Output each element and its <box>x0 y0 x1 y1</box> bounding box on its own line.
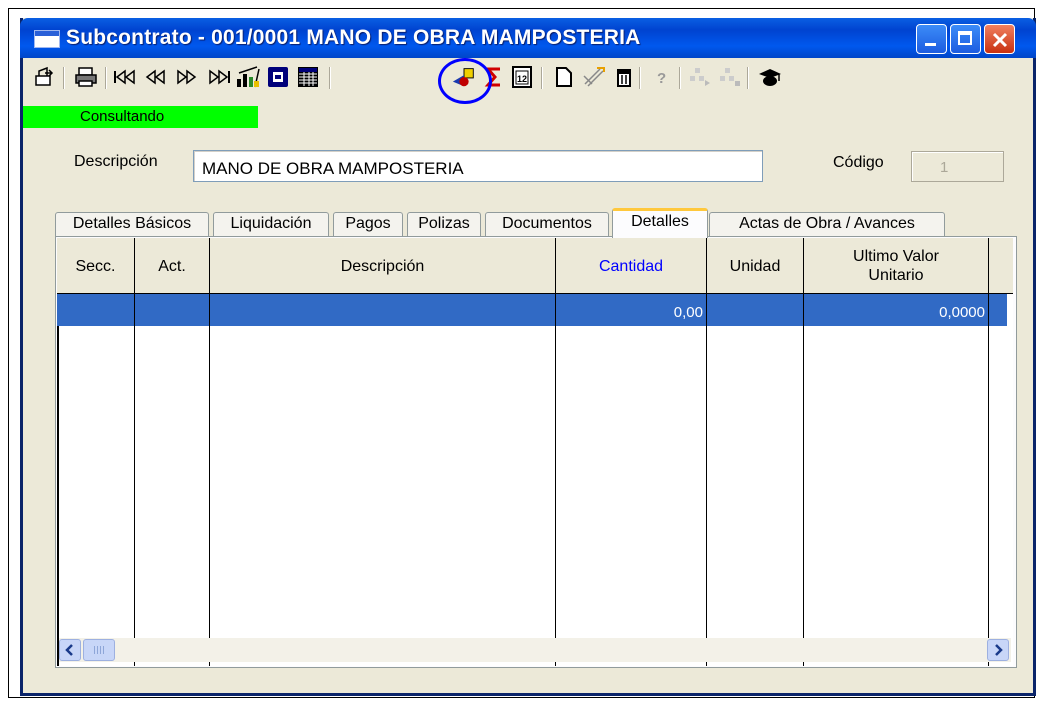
column-header-descripcion[interactable]: Descripción <box>210 238 556 294</box>
code-label: Código <box>833 154 884 171</box>
column-header-cantidad[interactable]: Cantidad <box>556 238 707 294</box>
column-divider <box>134 326 135 666</box>
cell-cantidad[interactable]: 0,00 <box>556 294 707 326</box>
tab-strip: Detalles Básicos Liquidación Pagos Poliz… <box>55 208 1035 238</box>
chart-icon[interactable] <box>235 64 261 90</box>
title-bar[interactable]: Subcontrato - 001/0001 MANO DE OBRA MAMP… <box>20 18 1036 58</box>
cell-act[interactable] <box>135 294 210 326</box>
tab-polizas[interactable]: Polizas <box>407 212 481 236</box>
last-record-icon[interactable] <box>207 64 233 90</box>
toolbar-separator <box>105 67 107 89</box>
tab-liquidacion[interactable]: Liquidación <box>213 212 329 236</box>
first-record-icon[interactable] <box>111 64 137 90</box>
next-record-icon[interactable] <box>173 64 199 90</box>
minimize-button[interactable] <box>916 24 947 54</box>
tab-actas-de-obra[interactable]: Actas de Obra / Avances <box>709 212 945 236</box>
form-view-icon[interactable] <box>265 64 291 90</box>
code-field[interactable]: 1 <box>911 151 1004 182</box>
exit-icon[interactable] <box>31 64 57 90</box>
cell-secc[interactable] <box>57 294 135 326</box>
tab-documentos[interactable]: Documentos <box>485 212 609 236</box>
column-divider <box>988 326 989 666</box>
calendar-icon[interactable]: 12 <box>509 64 535 90</box>
print-icon[interactable] <box>73 64 99 90</box>
delete-icon[interactable] <box>611 64 637 90</box>
column-header-ultimo-valor-unitario[interactable]: Ultimo Valor Unitario <box>804 238 989 294</box>
svg-text:?: ? <box>657 70 666 87</box>
edit-icon[interactable] <box>581 64 607 90</box>
svg-text:12: 12 <box>517 74 527 84</box>
subcontrato-window: Subcontrato - 001/0001 MANO DE OBRA MAMP… <box>20 18 1036 696</box>
horizontal-scrollbar[interactable] <box>59 638 1011 662</box>
toolbar-separator <box>679 67 681 89</box>
table-row[interactable]: 0,00 0,0000 <box>57 294 1007 326</box>
toolbar: 12 ? <box>23 58 1033 96</box>
grid-view-icon[interactable] <box>295 64 321 90</box>
cell-unidad[interactable] <box>707 294 804 326</box>
scroll-thumb[interactable] <box>83 639 115 661</box>
highlight-circle-annotation <box>438 58 492 104</box>
status-text: Consultando <box>80 108 165 125</box>
cell-ultimo-valor-unitario[interactable]: 0,0000 <box>804 294 989 326</box>
maximize-button[interactable] <box>950 24 981 54</box>
tree-collapse-icon[interactable] <box>717 64 743 90</box>
description-field[interactable]: MANO DE OBRA MAMPOSTERIA <box>193 150 763 182</box>
toolbar-separator <box>639 67 641 89</box>
toolbar-separator <box>541 67 543 89</box>
tree-expand-icon[interactable] <box>687 64 713 90</box>
scroll-left-button[interactable] <box>59 639 81 661</box>
detalles-grid[interactable]: Secc. Act. Descripción Cantidad Unidad U… <box>57 238 1013 666</box>
window-title: Subcontrato - 001/0001 MANO DE OBRA MAMP… <box>66 26 641 49</box>
close-button[interactable] <box>984 24 1015 54</box>
tab-detalles-basicos[interactable]: Detalles Básicos <box>55 212 209 236</box>
column-divider <box>209 326 210 666</box>
new-record-icon[interactable] <box>551 64 577 90</box>
window-icon <box>34 30 60 48</box>
column-header-unidad[interactable]: Unidad <box>707 238 804 294</box>
toolbar-separator <box>747 67 749 89</box>
chevron-left-icon <box>65 644 73 656</box>
column-divider <box>555 326 556 666</box>
column-header-act[interactable]: Act. <box>135 238 210 294</box>
help-icon[interactable]: ? <box>649 64 675 90</box>
tab-pagos[interactable]: Pagos <box>333 212 403 236</box>
description-label: Descripción <box>74 153 158 170</box>
chevron-right-icon <box>995 644 1003 656</box>
cell-descripcion[interactable] <box>210 294 556 326</box>
previous-record-icon[interactable] <box>143 64 169 90</box>
tab-detalles[interactable]: Detalles <box>612 208 708 238</box>
toolbar-separator <box>63 67 65 89</box>
scroll-right-button[interactable] <box>987 639 1009 661</box>
column-divider <box>706 326 707 666</box>
grid-header: Secc. Act. Descripción Cantidad Unidad U… <box>57 238 1013 294</box>
toolbar-separator <box>329 67 331 89</box>
column-header-secc[interactable]: Secc. <box>57 238 135 294</box>
column-divider <box>803 326 804 666</box>
user-hat-icon[interactable] <box>757 64 783 90</box>
status-bar: Consultando <box>23 106 258 128</box>
